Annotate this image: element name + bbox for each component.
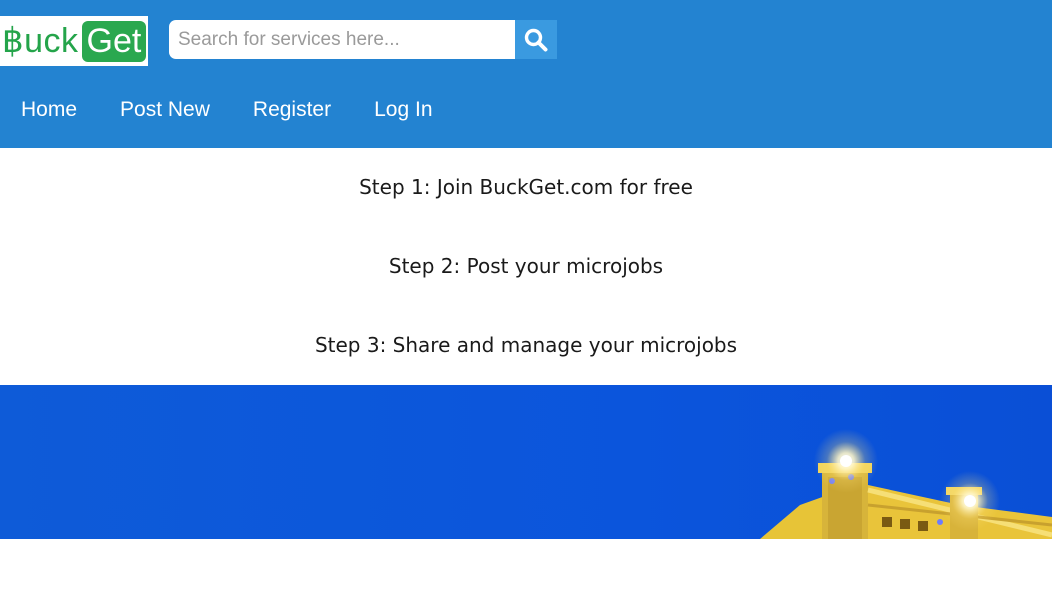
- main-nav: Home Post New Register Log In: [0, 88, 455, 132]
- search-bar: [169, 20, 557, 59]
- logo-text-buck: ฿uck: [2, 22, 79, 60]
- search-icon: [524, 28, 548, 51]
- bridge-illustration: [760, 429, 1052, 539]
- nav-home-link[interactable]: Home: [21, 98, 77, 122]
- step-1-text: Step 1: Join BuckGet.com for free: [359, 175, 693, 199]
- nav-register-link[interactable]: Register: [253, 98, 331, 122]
- buckget-logo[interactable]: ฿uck Get: [0, 16, 148, 66]
- step-2-text: Step 2: Post your microjobs: [388, 254, 664, 278]
- search-button[interactable]: [515, 20, 557, 59]
- steps-section: Step 1: Join BuckGet.com for free Step 2…: [0, 148, 1052, 385]
- hero-bridge-image: [0, 385, 1052, 539]
- site-header: ฿uck Get Home Post New Register Log In: [0, 0, 1052, 148]
- logo-text-get: Get: [81, 20, 147, 62]
- search-input[interactable]: [169, 20, 515, 59]
- nav-post-new-link[interactable]: Post New: [120, 98, 210, 122]
- nav-login-link[interactable]: Log In: [374, 98, 432, 122]
- step-3-text: Step 3: Share and manage your microjobs: [314, 333, 738, 357]
